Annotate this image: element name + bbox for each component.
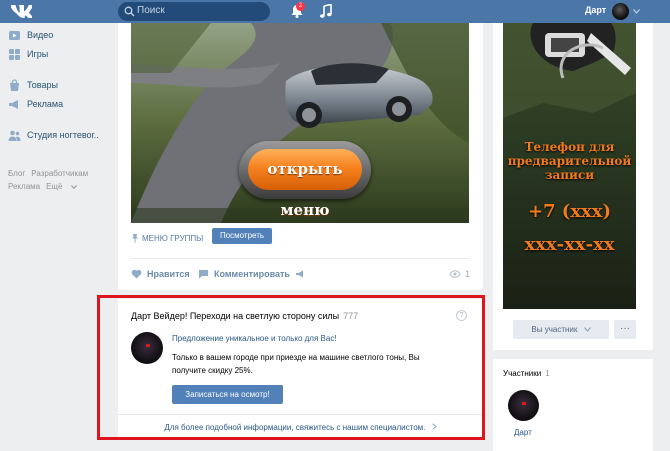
footer-more-label: Ещё <box>46 182 63 191</box>
like-button[interactable]: Нравится <box>131 269 190 279</box>
sidebar-footer: Блог Разработчикам <box>8 169 94 178</box>
group-cover-image: Телефон для предварительной записи +7 (х… <box>503 23 636 309</box>
views-count: 1 <box>465 269 471 279</box>
sidebar-item-label: Реклама <box>27 99 64 109</box>
video-icon <box>9 30 20 40</box>
members-block: Участники 1 Дарт <box>493 359 653 451</box>
vk-logo-icon[interactable] <box>10 3 32 19</box>
pin-icon <box>132 234 138 243</box>
sidebar-item-label: Товары <box>27 80 58 90</box>
sidebar-item-label: Видео <box>27 30 54 40</box>
ads-icon <box>9 99 18 109</box>
search-icon <box>124 6 135 17</box>
members-title[interactable]: Участники 1 <box>503 369 550 378</box>
group-menu-label: МЕНЮ ГРУППЫ <box>142 233 204 243</box>
view-button[interactable]: Посмотреть <box>212 228 272 244</box>
highlight-frame <box>97 295 485 440</box>
membership-dropdown[interactable]: Вы участник <box>513 320 609 339</box>
cover-phone-line2: ххх-хх-хх <box>524 234 615 255</box>
cover-text-line3: записи <box>544 168 595 182</box>
open-menu-label: открыть меню <box>248 149 362 219</box>
heart-icon <box>131 269 142 279</box>
wall-post: открыть меню МЕНЮ ГРУППЫ Посмотреть Нрав… <box>118 23 483 290</box>
open-menu-image-button: открыть меню <box>239 141 371 219</box>
members-title-text: Участники <box>503 369 542 378</box>
footer-link-blog[interactable]: Блог <box>8 169 25 178</box>
eye-icon <box>449 270 461 278</box>
views-counter: 1 <box>449 269 470 279</box>
comment-label: Комментировать <box>214 269 290 279</box>
post-image[interactable]: открыть меню <box>131 23 469 223</box>
group-cover-card: Телефон для предварительной записи +7 (х… <box>493 23 653 350</box>
avatar[interactable] <box>612 3 629 20</box>
comment-icon <box>199 270 208 279</box>
group-menu-link[interactable]: МЕНЮ ГРУППЫ <box>131 231 203 245</box>
top-bar: Поиск 2 Дарт <box>0 0 670 23</box>
profile-name[interactable]: Дарт <box>585 5 606 15</box>
sidebar-item-community[interactable]: Студия ногтевог.. <box>8 127 118 143</box>
cover-phone-line1: +7 (ххх) <box>527 201 612 222</box>
community-icon <box>8 130 21 141</box>
search-input[interactable]: Поиск <box>118 2 270 21</box>
sidebar-item-ads[interactable]: Реклама <box>8 96 118 112</box>
like-label: Нравится <box>147 269 190 279</box>
chevron-down-icon <box>583 327 591 332</box>
members-count: 1 <box>545 369 550 378</box>
chevron-down-icon[interactable] <box>633 9 640 14</box>
chevron-down-icon <box>70 185 77 190</box>
share-icon[interactable] <box>295 269 306 279</box>
comment-button[interactable]: Комментировать <box>198 269 290 279</box>
market-icon <box>10 78 19 91</box>
games-icon <box>9 48 20 60</box>
cover-text-line1: Телефон для <box>524 140 615 154</box>
more-actions-button[interactable]: ··· <box>614 320 636 339</box>
footer-link-developers[interactable]: Разработчикам <box>31 169 88 178</box>
sidebar-item-label: Студия ногтевог.. <box>27 130 99 140</box>
cover-text-line2: предварительной <box>507 154 632 168</box>
footer-link-ads[interactable]: Реклама <box>8 182 40 191</box>
sidebar-footer: Реклама Ещё <box>8 182 83 191</box>
sidebar-item-market[interactable]: Товары <box>8 77 118 93</box>
avatar[interactable] <box>508 390 539 421</box>
music-icon[interactable] <box>319 4 333 19</box>
footer-link-more[interactable]: Ещё <box>46 182 77 191</box>
sidebar-item-label: Игры <box>27 49 49 59</box>
sidebar-item-video[interactable]: Видео <box>8 27 118 43</box>
notification-badge: 2 <box>296 2 305 11</box>
sidebar-item-games[interactable]: Игры <box>8 46 118 62</box>
divider <box>131 258 469 259</box>
membership-label: Вы участник <box>531 325 578 334</box>
search-placeholder: Поиск <box>137 5 165 16</box>
member-name[interactable]: Дарт <box>514 428 532 437</box>
